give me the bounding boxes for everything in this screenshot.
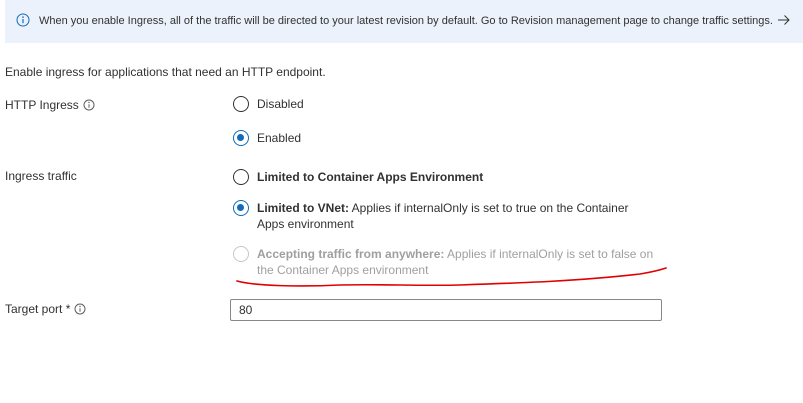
help-info-icon[interactable]	[74, 303, 86, 315]
radio-label: Disabled	[257, 97, 304, 111]
ingress-traffic-label: Ingress traffic	[5, 169, 77, 183]
ingress-intro-text: Enable ingress for applications that nee…	[5, 65, 326, 79]
target-port-label-text: Target port *	[5, 302, 71, 316]
radio-label: Limited to Container Apps Environment	[257, 169, 483, 185]
radio-label: Limited to VNet: Applies if internalOnly…	[257, 200, 657, 232]
radio-http-disabled[interactable]: Disabled	[233, 96, 304, 112]
radio-label: Enabled	[257, 131, 302, 145]
radio-limited-to-environment[interactable]: Limited to Container Apps Environment	[233, 169, 483, 185]
http-ingress-label: HTTP Ingress	[5, 98, 95, 112]
http-ingress-label-text: HTTP Ingress	[5, 98, 79, 112]
radio-accepting-from-anywhere: Accepting traffic from anywhere: Applies…	[233, 246, 657, 278]
radio-circle-checked[interactable]	[233, 130, 249, 146]
radio-label: Accepting traffic from anywhere: Applies…	[257, 246, 657, 278]
radio-label-title: Limited to Container Apps Environment	[257, 170, 484, 184]
info-icon	[16, 13, 30, 27]
target-port-label: Target port *	[5, 302, 86, 316]
info-banner-message: When you enable Ingress, all of the traf…	[39, 15, 773, 27]
info-banner-text: When you enable Ingress, all of the traf…	[39, 14, 791, 27]
radio-label-title: Limited to VNet:	[257, 201, 349, 215]
radio-label-title: Accepting traffic from anywhere:	[257, 247, 445, 261]
target-port-input[interactable]	[230, 299, 662, 321]
help-info-icon[interactable]	[83, 99, 95, 111]
radio-circle[interactable]	[233, 96, 249, 112]
arrow-right-icon[interactable]	[777, 14, 791, 26]
radio-circle-checked[interactable]	[233, 200, 249, 216]
radio-circle[interactable]	[233, 169, 249, 185]
radio-circle-disabled	[233, 246, 249, 262]
radio-http-enabled[interactable]: Enabled	[233, 130, 301, 146]
radio-limited-to-vnet[interactable]: Limited to VNet: Applies if internalOnly…	[233, 200, 657, 232]
info-banner: When you enable Ingress, all of the traf…	[5, 0, 803, 43]
